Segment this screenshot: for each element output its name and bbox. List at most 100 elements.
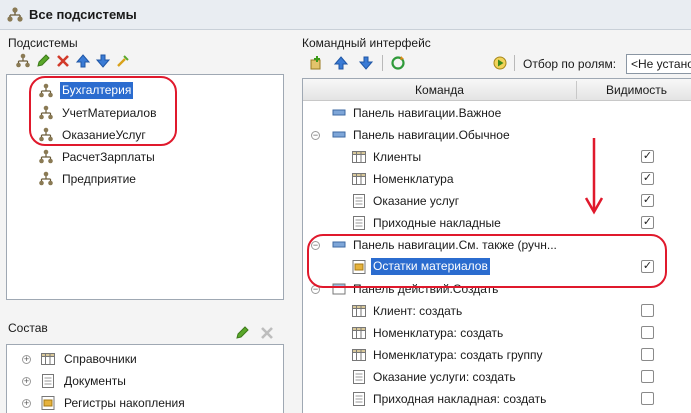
annotation-arrow xyxy=(584,138,604,215)
list-item[interactable]: + Документы xyxy=(7,371,283,391)
move-down-icon[interactable] xyxy=(95,53,111,69)
table-row[interactable]: − Панель навигации.См. также (ручн... xyxy=(303,235,691,255)
composition-item-label: Справочники xyxy=(64,352,137,366)
list-item[interactable]: РасчетЗарплаты xyxy=(7,147,283,167)
command-label[interactable]: Приходная накладная: создать xyxy=(373,389,546,409)
table-row[interactable]: Номенклатура: создать группу xyxy=(303,345,691,365)
command-label[interactable]: Номенклатура: создать xyxy=(373,323,503,343)
pick-tool-icon[interactable] xyxy=(115,53,131,69)
visibility-checkbox[interactable] xyxy=(641,392,654,405)
visibility-checkbox[interactable] xyxy=(641,304,654,317)
window-title: Все подсистемы xyxy=(29,7,137,22)
table-row[interactable]: Номенклатура ✓ xyxy=(303,169,691,189)
command-label[interactable]: Панель действий.Создать xyxy=(353,279,498,299)
refresh-icon[interactable] xyxy=(390,55,406,71)
command-label[interactable]: Номенклатура xyxy=(373,169,454,189)
command-label[interactable]: Клиенты xyxy=(373,147,421,167)
column-header-visibility[interactable]: Видимость xyxy=(577,79,691,101)
visibility-checkbox[interactable] xyxy=(641,326,654,339)
command-label[interactable]: Остатки материалов xyxy=(371,258,490,275)
subsystem-tree-icon[interactable] xyxy=(15,53,31,69)
title-bar: Все подсистемы xyxy=(0,0,691,30)
list-item[interactable]: Бухгалтерия xyxy=(7,81,283,101)
table-row[interactable]: Панель навигации.Важное xyxy=(303,103,691,123)
document-icon xyxy=(353,392,365,406)
table-row[interactable]: Клиенты ✓ xyxy=(303,147,691,167)
command-label[interactable]: Номенклатура: создать группу xyxy=(373,345,543,365)
add-command-icon[interactable] xyxy=(308,55,324,71)
panel-icon xyxy=(332,241,346,248)
delete-x-icon[interactable] xyxy=(259,325,275,341)
command-label[interactable]: Приходные накладные xyxy=(373,213,501,233)
command-label[interactable]: Оказание услуг xyxy=(373,191,459,211)
command-label[interactable]: Клиент: создать xyxy=(373,301,462,321)
table-row[interactable]: Оказание услуги: создать xyxy=(303,367,691,387)
expand-icon[interactable]: + xyxy=(22,399,31,408)
list-item[interactable]: Предприятие xyxy=(7,169,283,189)
table-row[interactable]: Приходные накладные ✓ xyxy=(303,213,691,233)
action-panel-icon xyxy=(332,283,346,295)
edit-pencil-icon[interactable] xyxy=(35,53,51,69)
panel-icon xyxy=(332,131,346,138)
expand-icon[interactable]: + xyxy=(22,355,31,364)
table-row[interactable]: Номенклатура: создать xyxy=(303,323,691,343)
composition-tree[interactable]: + Справочники + Документы + Регистры нак… xyxy=(6,344,284,413)
subsystem-label[interactable]: Бухгалтерия xyxy=(60,82,134,99)
subsystem-icon xyxy=(39,83,53,98)
catalog-icon xyxy=(352,327,366,339)
list-item[interactable]: + Справочники xyxy=(7,349,283,369)
subsystem-label[interactable]: ОказаниеУслуг xyxy=(62,125,146,145)
table-row[interactable]: − Панель навигации.Обычное xyxy=(303,125,691,145)
command-interface-label: Командный интерфейс xyxy=(302,36,431,50)
visibility-checkbox[interactable]: ✓ xyxy=(641,260,654,273)
visibility-checkbox[interactable]: ✓ xyxy=(641,150,654,163)
role-filter-label: Отбор по ролям: xyxy=(523,57,617,71)
command-label[interactable]: Оказание услуги: создать xyxy=(373,367,516,387)
run-icon[interactable] xyxy=(492,55,508,71)
command-grid[interactable]: Команда Видимость Панель навигации.Важно… xyxy=(302,78,691,413)
move-up-icon[interactable] xyxy=(333,55,349,71)
subsystems-tree[interactable]: Бухгалтерия УчетМатериалов ОказаниеУслуг… xyxy=(6,74,284,300)
table-row[interactable]: Приходная накладная: создать xyxy=(303,389,691,409)
table-row[interactable]: Оказание услуг ✓ xyxy=(303,191,691,211)
command-label[interactable]: Панель навигации.Важное xyxy=(353,103,501,123)
edit-pencil-icon[interactable] xyxy=(234,325,250,341)
collapse-icon[interactable]: − xyxy=(311,285,320,294)
list-item[interactable]: ОказаниеУслуг xyxy=(7,125,283,145)
subsystem-icon xyxy=(39,127,53,142)
table-row[interactable]: Остатки материалов ✓ xyxy=(303,257,691,277)
collapse-icon[interactable]: − xyxy=(311,241,320,250)
delete-x-icon[interactable] xyxy=(55,53,71,69)
move-down-icon[interactable] xyxy=(358,55,374,71)
panel-icon xyxy=(332,109,346,116)
catalog-icon xyxy=(352,151,366,163)
role-filter-select[interactable]: <Не устано xyxy=(626,54,691,74)
visibility-checkbox[interactable] xyxy=(641,370,654,383)
subsystem-icon xyxy=(7,7,23,22)
visibility-checkbox[interactable]: ✓ xyxy=(641,172,654,185)
table-row[interactable]: Клиент: создать xyxy=(303,301,691,321)
document-icon xyxy=(353,216,365,230)
expand-icon[interactable]: + xyxy=(22,377,31,386)
subsystem-label[interactable]: Предприятие xyxy=(62,169,136,189)
register-icon xyxy=(352,260,366,274)
visibility-checkbox[interactable]: ✓ xyxy=(641,194,654,207)
composition-item-label: Регистры накопления xyxy=(64,396,185,410)
subsystem-label[interactable]: РасчетЗарплаты xyxy=(62,147,155,167)
document-icon xyxy=(42,374,54,388)
document-icon xyxy=(353,370,365,384)
subsystem-label[interactable]: УчетМатериалов xyxy=(62,103,156,123)
command-label[interactable]: Панель навигации.Обычное xyxy=(353,125,510,145)
catalog-icon xyxy=(41,353,55,365)
visibility-checkbox[interactable] xyxy=(641,348,654,361)
visibility-checkbox[interactable]: ✓ xyxy=(641,216,654,229)
column-header-command[interactable]: Команда xyxy=(303,79,576,101)
list-item[interactable]: + Регистры накопления xyxy=(7,393,283,413)
subsystem-icon xyxy=(39,105,53,120)
command-label[interactable]: Панель навигации.См. также (ручн... xyxy=(353,235,557,255)
collapse-icon[interactable]: − xyxy=(311,131,320,140)
table-row[interactable]: − Панель действий.Создать xyxy=(303,279,691,299)
list-item[interactable]: УчетМатериалов xyxy=(7,103,283,123)
catalog-icon xyxy=(352,305,366,317)
move-up-icon[interactable] xyxy=(75,53,91,69)
